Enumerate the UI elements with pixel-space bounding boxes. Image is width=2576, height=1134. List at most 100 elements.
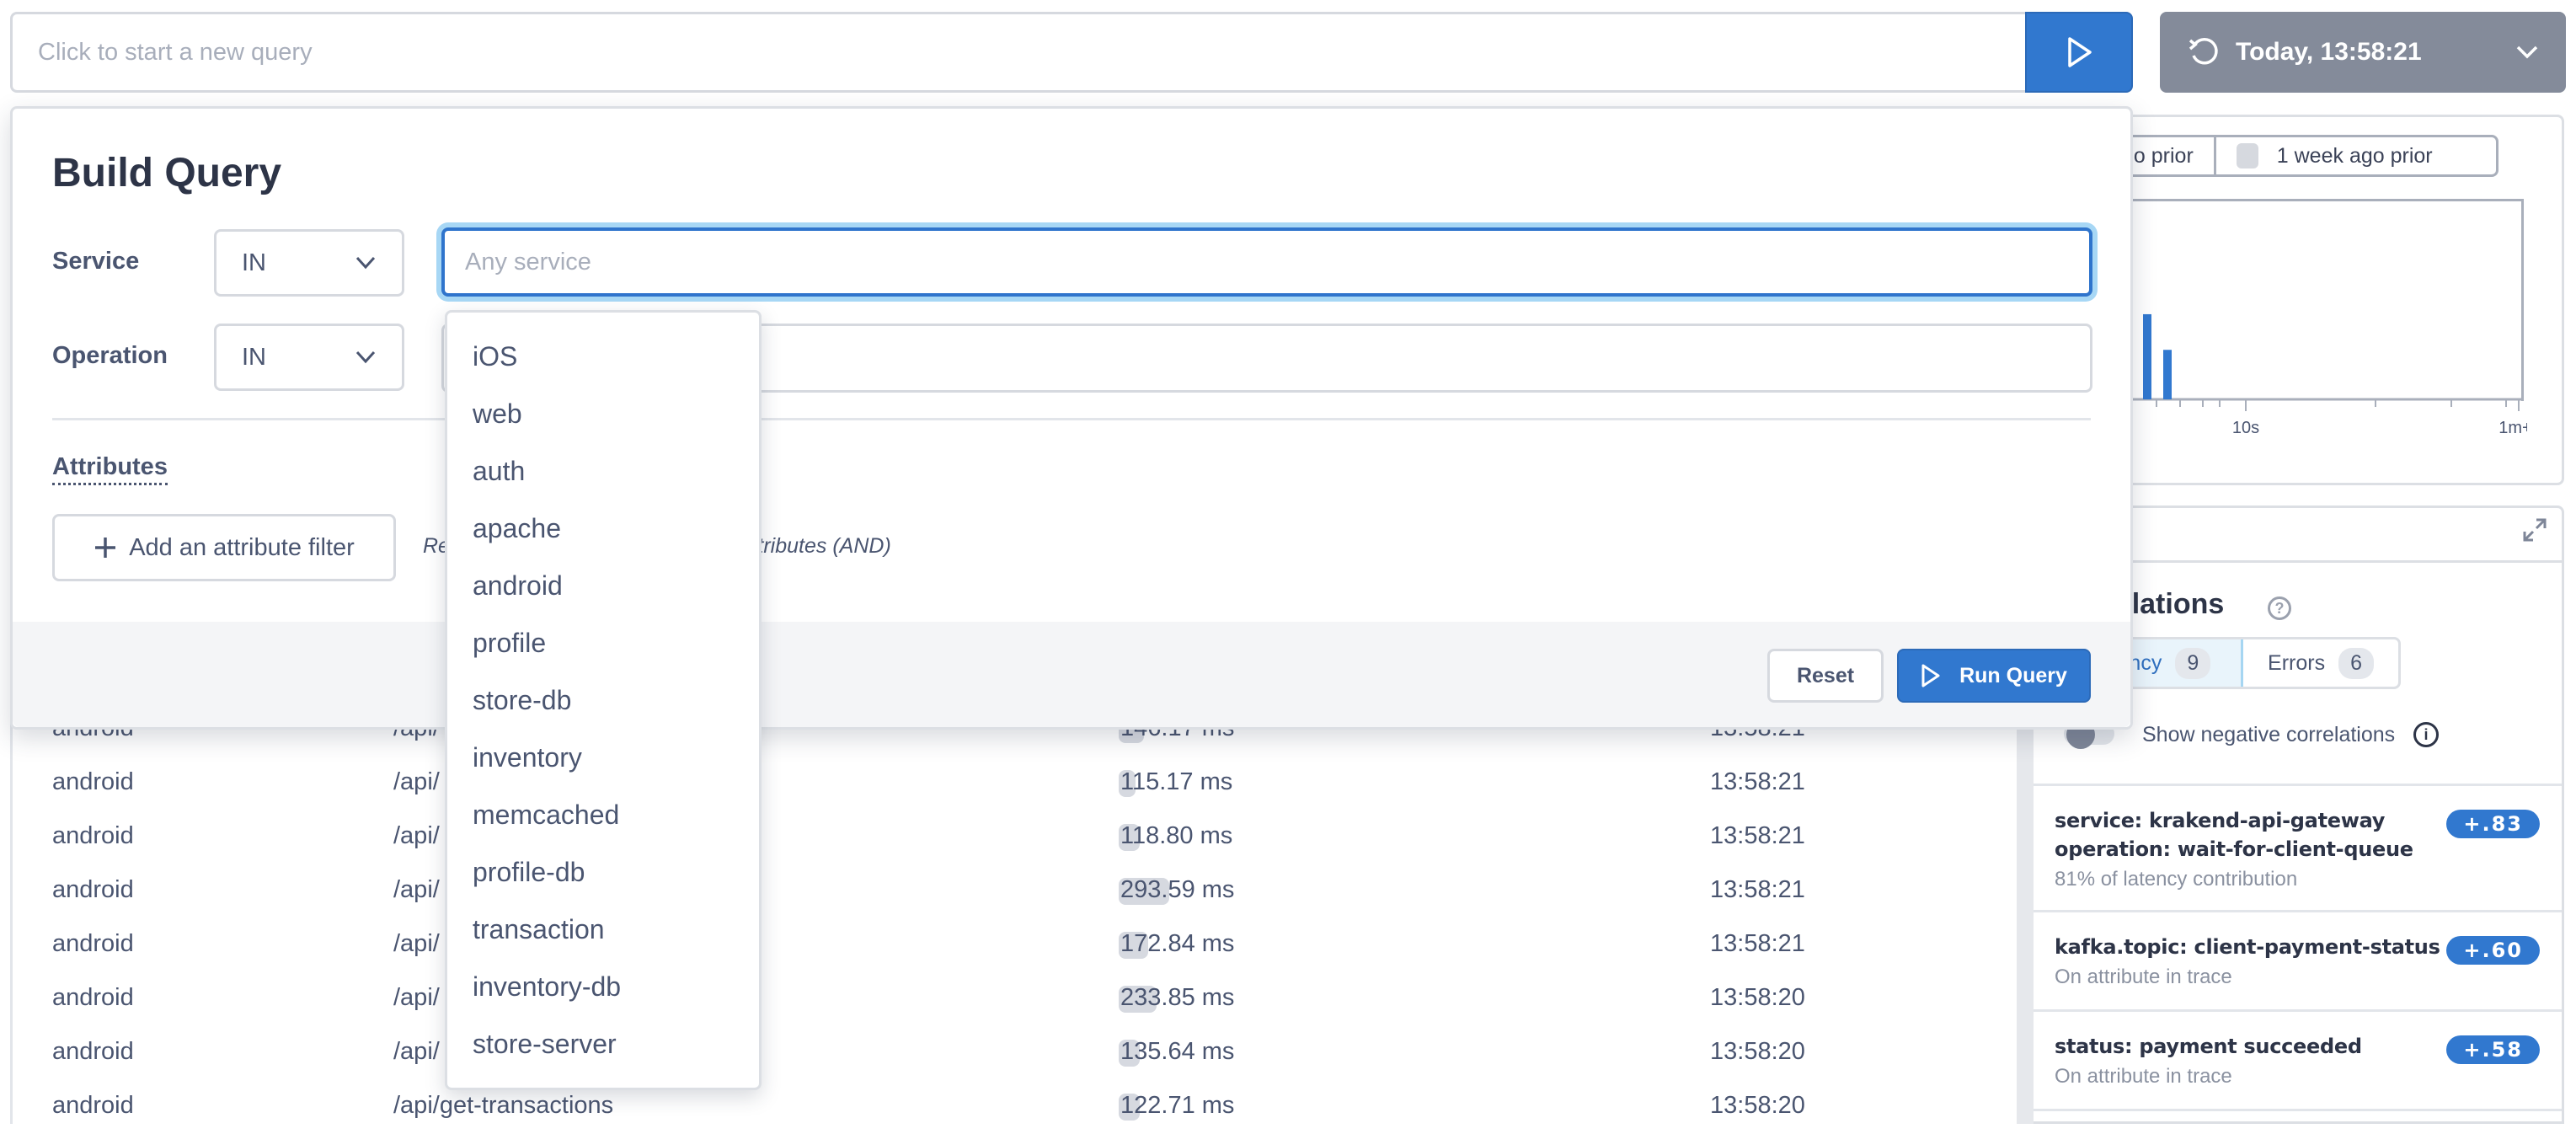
duration-cell: 172.84 ms xyxy=(1120,930,1235,957)
service-option[interactable]: profile xyxy=(447,614,759,671)
histogram-bar xyxy=(2143,313,2151,399)
table-row[interactable]: android/api/118.80 ms 13:58:21 xyxy=(10,810,2015,864)
operation-cell: /api/ xyxy=(393,984,440,1011)
dialog-title: Build Query xyxy=(52,151,282,195)
service-option[interactable]: store-server xyxy=(447,1015,759,1072)
correlation-subtext: On attribute in trace xyxy=(2055,1065,2232,1088)
service-label: Service xyxy=(52,248,140,275)
service-option[interactable]: apache xyxy=(447,500,759,557)
service-option[interactable]: iOS xyxy=(447,328,759,385)
operation-cell: /api/ xyxy=(393,768,440,795)
service-option[interactable]: auth xyxy=(447,442,759,500)
table-row[interactable]: android/api/172.84 ms 13:58:21 xyxy=(10,918,2015,972)
table-row[interactable]: android/api/135.64 ms 13:58:20 xyxy=(10,1026,2015,1080)
attributes-label: Attributes xyxy=(52,453,168,485)
time-range-label: Today, 13:58:21 xyxy=(2236,38,2422,66)
time-cell: 13:58:20 xyxy=(1710,1038,1805,1065)
operation-operator-select[interactable]: IN xyxy=(214,324,404,391)
correlation-subtext: On attribute in trace xyxy=(2055,966,2232,988)
compare-1-week-checkbox[interactable] xyxy=(2236,143,2258,168)
duration-cell: 118.80 ms xyxy=(1120,822,1233,849)
chevron-down-icon xyxy=(2516,45,2538,59)
run-query-button[interactable]: Run Query xyxy=(1897,649,2091,703)
table-row[interactable]: android/api/233.85 ms 13:58:20 xyxy=(10,972,2015,1026)
negative-correlations-label: Show negative correlations xyxy=(2142,723,2396,746)
correlation-key: operation: wait-for-client-queue xyxy=(2055,837,2413,861)
service-option[interactable]: web xyxy=(447,385,759,442)
histogram-bar xyxy=(2163,350,2172,399)
add-attribute-label: Add an attribute filter xyxy=(129,533,355,561)
service-option[interactable]: store-db xyxy=(447,671,759,729)
table-row[interactable]: android/api/get-transactions 122.71 ms 13:… xyxy=(10,1080,2015,1134)
operation-cell: /api/ xyxy=(393,1038,440,1065)
operation-cell: /api/ xyxy=(393,930,440,957)
tab-errors-label: Errors xyxy=(2268,650,2326,675)
service-operator-value: IN xyxy=(242,249,266,276)
correlation-item xyxy=(2033,1109,2562,1131)
duration-cell: 293.59 ms xyxy=(1120,876,1235,903)
duration-cell: 122.71 ms xyxy=(1120,1092,1235,1119)
service-operator-select[interactable]: IN xyxy=(214,229,404,297)
chevron-down-icon xyxy=(355,256,376,270)
service-cell: android xyxy=(52,930,134,957)
query-input[interactable]: Click to start a new query xyxy=(10,12,2025,93)
play-icon xyxy=(1921,664,1940,687)
correlation-item[interactable]: service: krakend-api-gateway operation: … xyxy=(2033,784,2562,910)
plus-icon xyxy=(95,538,116,558)
tab-errors-count: 6 xyxy=(2338,647,2374,679)
table-row[interactable]: android/api/115.17 ms 13:58:21 xyxy=(10,757,2015,810)
query-placeholder: Click to start a new query xyxy=(38,38,313,66)
service-option[interactable]: android xyxy=(447,557,759,614)
service-cell: android xyxy=(52,822,134,849)
info-icon[interactable]: i xyxy=(2413,722,2439,747)
divider xyxy=(52,418,2091,420)
service-cell: android xyxy=(52,984,134,1011)
correlation-score: +.83 xyxy=(2446,810,2540,838)
time-cell: 13:58:21 xyxy=(1710,930,1805,957)
table-row[interactable]: android/api/293.59 ms 13:58:21 xyxy=(10,864,2015,918)
add-attribute-filter-button[interactable]: Add an attribute filter xyxy=(52,514,396,581)
tab-latency-count: 9 xyxy=(2175,647,2211,679)
reset-button[interactable]: Reset xyxy=(1767,649,1884,703)
time-cell: 13:58:21 xyxy=(1710,876,1805,903)
tab-errors[interactable]: Errors 6 xyxy=(2243,639,2398,687)
service-option[interactable]: profile-db xyxy=(447,843,759,901)
time-cell: 13:58:20 xyxy=(1710,1092,1805,1119)
correlation-subtext: 81% of latency contribution xyxy=(2055,868,2298,891)
compare-1-week-label: 1 week ago prior xyxy=(2276,143,2433,168)
correlation-item[interactable]: kafka.topic: client-payment-status On at… xyxy=(2033,910,2562,1009)
correlation-score: +.60 xyxy=(2446,936,2540,965)
correlation-score: +.58 xyxy=(2446,1035,2540,1064)
service-placeholder: Any service xyxy=(465,248,591,275)
service-cell: android xyxy=(52,1038,134,1065)
compare-1-week[interactable]: 1 week ago prior xyxy=(2213,137,2453,174)
service-option[interactable]: transaction xyxy=(447,901,759,958)
time-cell: 13:58:20 xyxy=(1710,984,1805,1011)
service-option[interactable]: inventory xyxy=(447,729,759,786)
operation-label: Operation xyxy=(52,342,168,369)
play-icon xyxy=(2068,37,2092,67)
run-query-label: Run Query xyxy=(1959,663,2067,687)
service-cell: android xyxy=(52,876,134,903)
chevron-down-icon xyxy=(355,350,376,364)
duration-cell: 115.17 ms xyxy=(1120,768,1233,795)
x-tick-label: 1m+ xyxy=(2499,419,2527,437)
duration-cell: 233.85 ms xyxy=(1120,984,1235,1011)
help-icon[interactable]: ? xyxy=(2268,596,2291,620)
service-input[interactable]: Any service xyxy=(441,227,2092,297)
run-query-top-button[interactable] xyxy=(2025,12,2133,93)
operation-cell: /api/ xyxy=(393,876,440,903)
service-option[interactable]: memcached xyxy=(447,786,759,843)
operation-cell: /api/get-transactions xyxy=(393,1092,614,1119)
correlation-item[interactable]: status: payment succeeded On attribute i… xyxy=(2033,1009,2562,1109)
reset-label: Reset xyxy=(1796,663,1855,687)
history-icon xyxy=(2189,37,2218,65)
expand-icon[interactable] xyxy=(2522,517,2547,543)
service-cell: android xyxy=(52,768,134,795)
time-cell: 13:58:21 xyxy=(1710,822,1805,849)
scrollbar[interactable] xyxy=(2017,725,2034,1124)
duration-cell: 135.64 ms xyxy=(1120,1038,1235,1065)
service-option[interactable]: inventory-db xyxy=(447,958,759,1015)
x-tick-label: 10s xyxy=(2232,419,2259,437)
time-range-picker[interactable]: Today, 13:58:21 xyxy=(2160,12,2566,93)
